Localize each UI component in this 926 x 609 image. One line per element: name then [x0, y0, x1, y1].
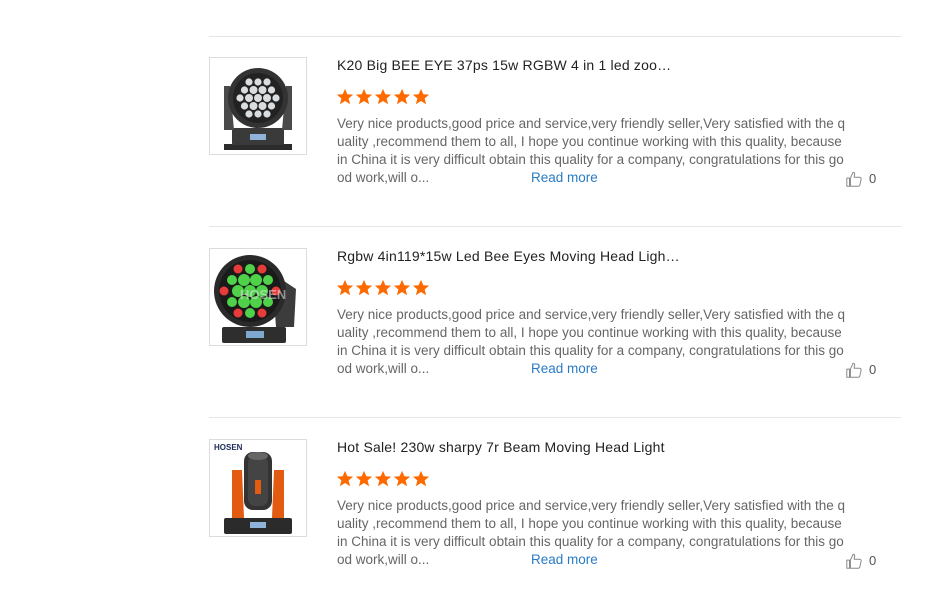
star-icon [412, 279, 430, 296]
read-more-link[interactable]: Read more [531, 551, 598, 569]
product-image[interactable]: HOSEN [209, 439, 307, 537]
hosen-logo: HOSEN [214, 443, 243, 452]
read-more-link[interactable]: Read more [531, 360, 598, 378]
star-icon [393, 470, 411, 487]
product-image[interactable]: HOSEN [209, 248, 307, 346]
star-icon [374, 88, 392, 105]
read-more-link[interactable]: Read more [531, 169, 598, 187]
star-icon [393, 279, 411, 296]
star-icon [393, 88, 411, 105]
star-icon [374, 279, 392, 296]
product-title[interactable]: K20 Big BEE EYE 37ps 15w RGBW 4 in 1 led… [337, 57, 682, 73]
star-icon [336, 88, 354, 105]
review-item: K20 Big BEE EYE 37ps 15w RGBW 4 in 1 led… [209, 37, 901, 227]
like-count: 0 [869, 553, 877, 568]
thumbs-up-icon [846, 171, 862, 187]
review-item: HOSEN Hot Sale! 230w sharpy 7r Beam Movi… [209, 419, 901, 609]
product-image[interactable] [209, 57, 307, 155]
star-icon [374, 470, 392, 487]
star-icon [336, 279, 354, 296]
rating-stars [336, 88, 430, 106]
star-icon [355, 279, 373, 296]
like-count: 0 [869, 171, 877, 186]
star-icon [355, 88, 373, 105]
like-count: 0 [869, 362, 877, 377]
thumbs-up-icon [846, 362, 862, 378]
star-icon [355, 470, 373, 487]
like-button[interactable]: 0 [845, 361, 876, 379]
thumbs-up-icon [846, 553, 862, 569]
review-item: HOSEN Rgbw 4in119*15w Led Bee Eyes Movin… [209, 228, 901, 418]
star-icon [412, 470, 430, 487]
star-icon [412, 88, 430, 105]
hosen-watermark: HOSEN [240, 287, 286, 302]
like-button[interactable]: 0 [845, 170, 876, 188]
product-title[interactable]: Rgbw 4in119*15w Led Bee Eyes Moving Head… [337, 248, 682, 264]
sharpy-beam-image: HOSEN [214, 443, 292, 534]
rating-stars [336, 470, 430, 488]
star-icon [336, 470, 354, 487]
moving-head-image [224, 68, 292, 150]
rating-stars [336, 279, 430, 297]
product-title[interactable]: Hot Sale! 230w sharpy 7r Beam Moving Hea… [337, 439, 682, 455]
moving-head-image: HOSEN [214, 255, 296, 343]
like-button[interactable]: 0 [845, 552, 876, 570]
